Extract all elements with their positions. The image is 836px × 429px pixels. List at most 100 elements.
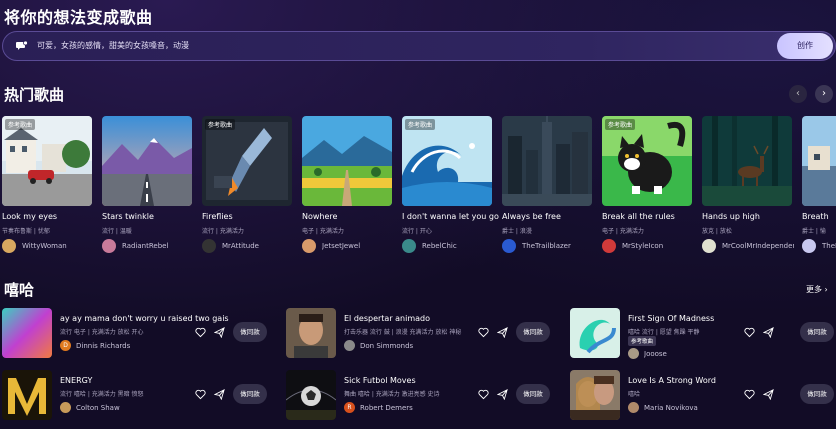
song-title[interactable]: Breath xyxy=(802,212,829,221)
song-author[interactable]: TheTrailblazer xyxy=(502,239,594,253)
song-author[interactable]: R Robert Demers xyxy=(344,402,464,414)
song-cover-image[interactable] xyxy=(102,116,192,206)
avatar xyxy=(628,348,639,359)
chevron-right-icon[interactable]: › xyxy=(815,85,833,103)
song-cover-image[interactable] xyxy=(502,116,592,206)
song-card[interactable]: 参考歌曲 Look my eyes 节奏布鲁斯 | 忧郁 WittyWoman xyxy=(2,116,94,256)
song-card[interactable]: Always be free 爵士 | 浪漫 TheTrailblazer xyxy=(502,116,594,256)
song-author[interactable]: Don Simmonds xyxy=(344,340,464,352)
song-tags: 流行 | 充满活力 xyxy=(202,228,244,235)
song-cover-image[interactable] xyxy=(702,116,792,206)
song-card[interactable]: Stars twinkle 流行 | 温暖 RadiantRebel xyxy=(102,116,194,256)
share-icon[interactable] xyxy=(763,327,774,338)
reference-song-badge: 参考歌曲 xyxy=(205,119,236,130)
author-name: Don Simmonds xyxy=(360,342,414,350)
song-tags: 放克 | 放松 xyxy=(702,228,732,235)
heart-icon[interactable] xyxy=(478,327,489,338)
song-card[interactable]: 参考歌曲 Break all the rules 电子 | 充满活力 MrSty… xyxy=(602,116,694,256)
song-cover-image[interactable] xyxy=(302,116,392,206)
avatar xyxy=(302,239,316,253)
song-tags: 流行 电子 | 充满活力 放松 开心 xyxy=(60,329,144,336)
share-icon[interactable] xyxy=(763,389,774,400)
song-author[interactable]: MrStyleIcon xyxy=(602,239,694,253)
song-author[interactable]: WittyWoman xyxy=(2,239,94,253)
song-title[interactable]: Always be free xyxy=(502,212,561,221)
create-button[interactable]: 创作 xyxy=(777,33,833,59)
song-tags: 舞曲 嘻哈 | 充满活力 激进亮感 史诗 xyxy=(344,391,440,398)
song-author[interactable]: TheI xyxy=(802,239,836,253)
song-author[interactable]: D Dinnis Richards xyxy=(60,340,180,352)
make-same-button[interactable]: 做同款 xyxy=(233,384,267,404)
song-cover-image[interactable]: 参考歌曲 xyxy=(402,116,492,206)
song-title[interactable]: I don't wanna let you go xyxy=(402,212,499,221)
song-title[interactable]: ay ay mama don't worry u raised two gais xyxy=(60,314,229,323)
list-item[interactable]: El despertar animado 打击乐器 流行 鼓 | 浪漫 充满活力… xyxy=(286,308,554,360)
song-title[interactable]: El despertar animado xyxy=(344,314,430,323)
list-item[interactable]: Love Is A Strong Word 嘻哈 Maria Novikova … xyxy=(570,370,836,422)
song-title[interactable]: Look my eyes xyxy=(2,212,57,221)
author-name: RadiantRebel xyxy=(122,242,169,250)
song-author[interactable]: RadiantRebel xyxy=(102,239,194,253)
heart-icon[interactable] xyxy=(195,389,206,400)
list-item[interactable]: ENERGY 流行 嘻哈 | 充满活力 黑暗 愤怒 Colton Shaw 做同… xyxy=(2,370,270,422)
heart-icon[interactable] xyxy=(744,389,755,400)
song-author[interactable]: MrAttitude xyxy=(202,239,294,253)
avatar xyxy=(502,239,516,253)
avatar xyxy=(402,239,416,253)
song-title[interactable]: ENERGY xyxy=(60,376,92,385)
song-cover-image[interactable] xyxy=(570,308,620,358)
song-title[interactable]: Fireflies xyxy=(202,212,233,221)
heart-icon[interactable] xyxy=(195,327,206,338)
song-title[interactable]: Break all the rules xyxy=(602,212,675,221)
share-icon[interactable] xyxy=(214,327,225,338)
list-item[interactable]: ay ay mama don't worry u raised two gais… xyxy=(2,308,270,360)
make-same-button[interactable]: 做同款 xyxy=(233,322,267,342)
song-title[interactable]: Nowhere xyxy=(302,212,337,221)
song-card[interactable]: Hands up high 放克 | 放松 MrCoolMrIndependen… xyxy=(702,116,794,256)
song-card[interactable]: 参考歌曲 I don't wanna let you go 流行 | 开心 Re… xyxy=(402,116,499,256)
song-author[interactable]: MrCoolMrIndependent xyxy=(702,239,794,253)
song-cover-image[interactable] xyxy=(2,308,52,358)
song-tags: 流行 | 开心 xyxy=(402,228,432,235)
song-card[interactable]: Nowhere 电子 | 充满活力 JetsetJewel xyxy=(302,116,394,256)
song-title[interactable]: Hands up high xyxy=(702,212,760,221)
list-item[interactable]: First Sign Of Madness 嘻哈 流行 | 愿望 焦躁 平静 参… xyxy=(570,308,836,360)
share-icon[interactable] xyxy=(214,389,225,400)
make-same-button[interactable]: 做同款 xyxy=(800,322,834,342)
more-link[interactable]: 更多 › xyxy=(806,284,828,295)
song-cover-image[interactable] xyxy=(286,308,336,358)
share-icon[interactable] xyxy=(497,389,508,400)
heart-icon[interactable] xyxy=(478,389,489,400)
make-same-button[interactable]: 做同款 xyxy=(800,384,834,404)
song-cover-image[interactable]: 参考歌曲 xyxy=(202,116,292,206)
author-name: JetsetJewel xyxy=(322,242,361,250)
song-title[interactable]: Stars twinkle xyxy=(102,212,154,221)
list-item[interactable]: Sick Futbol Moves 舞曲 嘻哈 | 充满活力 激进亮感 史诗 R… xyxy=(286,370,554,422)
chevron-left-icon[interactable]: ‹ xyxy=(789,85,807,103)
song-cover-image[interactable] xyxy=(802,116,836,206)
song-author[interactable]: Maria Novikova xyxy=(628,402,748,414)
author-name: Colton Shaw xyxy=(76,404,120,412)
song-cover-image[interactable] xyxy=(2,370,52,420)
song-title[interactable]: First Sign Of Madness xyxy=(628,314,714,323)
song-title[interactable]: Love Is A Strong Word xyxy=(628,376,716,385)
heart-icon[interactable] xyxy=(744,327,755,338)
song-cover-image[interactable] xyxy=(286,370,336,420)
song-author[interactable]: Colton Shaw xyxy=(60,402,180,414)
page-title: 将你的想法变成歌曲 xyxy=(4,8,153,27)
song-title[interactable]: Sick Futbol Moves xyxy=(344,376,416,385)
song-author[interactable]: RebelChic xyxy=(402,239,494,253)
song-author[interactable]: Jooose xyxy=(628,348,748,360)
make-same-button[interactable]: 做同款 xyxy=(516,384,550,404)
make-same-button[interactable]: 做同款 xyxy=(516,322,550,342)
share-icon[interactable] xyxy=(497,327,508,338)
song-cover-image[interactable]: 参考歌曲 xyxy=(602,116,692,206)
song-card[interactable]: 参考歌曲 Fireflies 流行 | 充满活力 MrAttitude xyxy=(202,116,294,256)
song-author[interactable]: JetsetJewel xyxy=(302,239,394,253)
song-cover-image[interactable] xyxy=(570,370,620,420)
song-cover-image[interactable]: 参考歌曲 xyxy=(2,116,92,206)
prompt-bar[interactable]: 可爱，女孩的感情，甜美的女孩嗓音，动漫 创作 xyxy=(2,31,836,61)
author-name: MrAttitude xyxy=(222,242,259,250)
song-card[interactable]: Breath 爵士 | 愉 TheI xyxy=(802,116,836,256)
prompt-input[interactable]: 可爱，女孩的感情，甜美的女孩嗓音，动漫 xyxy=(37,40,189,51)
